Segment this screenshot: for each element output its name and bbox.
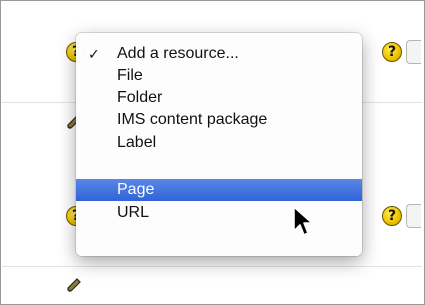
menu-item-label: Page: [117, 181, 155, 198]
menu-item-label: URL: [117, 204, 150, 221]
menu-item-label: Add a resource...: [117, 45, 239, 62]
help-icon[interactable]: ?: [382, 206, 402, 226]
mouse-pointer-icon: [292, 205, 316, 239]
menu-item-ims-content-package[interactable]: IMS content package: [76, 109, 362, 131]
menu-item-folder[interactable]: Folder: [76, 87, 362, 109]
add-resource-dropdown-menu[interactable]: ✓ Add a resource... File Folder IMS cont…: [76, 33, 362, 256]
menu-item-label: Folder: [117, 89, 163, 106]
checkmark-icon: ✓: [88, 46, 100, 62]
menu-item-url[interactable]: URL: [76, 202, 362, 224]
menu-item-file[interactable]: File: [76, 65, 362, 87]
help-icon[interactable]: ?: [382, 42, 402, 62]
menu-item-add-a-resource[interactable]: ✓ Add a resource...: [76, 43, 362, 65]
add-activity-select[interactable]: [406, 40, 421, 64]
row-divider: [2, 266, 422, 267]
menu-item-label: File: [117, 67, 143, 84]
edit-icon[interactable]: [65, 276, 83, 294]
add-activity-select[interactable]: [406, 204, 421, 228]
menu-item-label: IMS content package: [117, 111, 268, 128]
menu-item-page[interactable]: Page: [76, 179, 362, 201]
menu-item-label-resource[interactable]: Label: [76, 132, 362, 154]
menu-item-label: Label: [117, 134, 157, 151]
